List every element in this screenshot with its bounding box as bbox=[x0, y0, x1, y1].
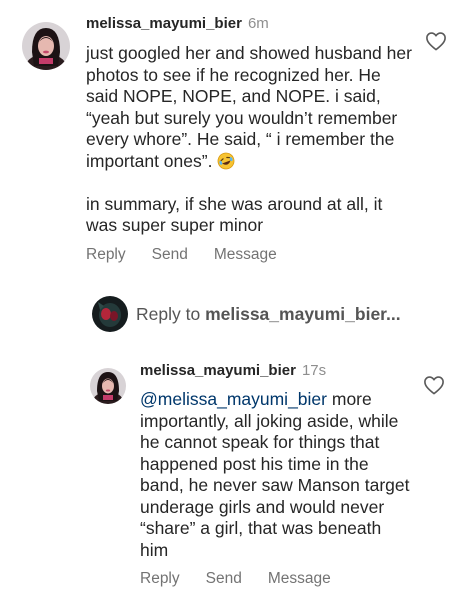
reply-body: @melissa_mayumi_bier more importantly, a… bbox=[140, 389, 410, 561]
mention-link[interactable]: @melissa_mayumi_bier bbox=[140, 389, 327, 409]
laughing-emoji-icon bbox=[217, 152, 235, 170]
current-user-avatar bbox=[92, 296, 128, 332]
like-heart-icon[interactable] bbox=[425, 31, 447, 51]
reply-to-bar[interactable]: Reply to melissa_mayumi_bier... bbox=[92, 296, 452, 332]
username-text[interactable]: melissa_mayumi_bier bbox=[140, 362, 296, 379]
message-button[interactable]: Message bbox=[268, 570, 331, 587]
reply-text: more importantly, all joking aside, whil… bbox=[140, 389, 410, 560]
reply-comment: melissa_mayumi_bier 17s @melissa_mayumi_b… bbox=[0, 350, 474, 606]
comment-paragraph: just googled her and showed husband her … bbox=[86, 43, 416, 172]
comment-paragraph-text: in summary, if she was around at all, it… bbox=[86, 193, 383, 236]
avatar[interactable] bbox=[22, 22, 70, 70]
comment-username[interactable]: melissa_mayumi_bier 6m bbox=[86, 15, 269, 32]
like-heart-icon[interactable] bbox=[423, 375, 445, 395]
reply-to-label: Reply to melissa_mayumi_bier... bbox=[136, 304, 401, 325]
comment-actions: Reply Send Message bbox=[86, 246, 303, 264]
reply-button[interactable]: Reply bbox=[140, 570, 180, 587]
comment-paragraph: in summary, if she was around at all, it… bbox=[86, 194, 416, 237]
avatar[interactable] bbox=[90, 368, 126, 404]
message-button[interactable]: Message bbox=[214, 246, 277, 263]
comment: melissa_mayumi_bier 6m just googled her a… bbox=[0, 0, 474, 280]
reply-username[interactable]: melissa_mayumi_bier 17s bbox=[140, 362, 326, 379]
comment-body: just googled her and showed husband her … bbox=[86, 43, 416, 237]
reply-to-target: melissa_mayumi_bier... bbox=[205, 304, 401, 324]
reply-time: 17s bbox=[301, 362, 327, 379]
reply-button[interactable]: Reply bbox=[86, 246, 126, 263]
comment-paragraph-text: just googled her and showed husband her … bbox=[86, 43, 412, 171]
reply-actions: Reply Send Message bbox=[140, 570, 357, 588]
reply-paragraph: @melissa_mayumi_bier more importantly, a… bbox=[140, 389, 410, 561]
comment-time: 6m bbox=[247, 15, 269, 32]
send-button[interactable]: Send bbox=[152, 246, 188, 263]
reply-to-prefix: Reply to bbox=[136, 304, 201, 324]
username-text[interactable]: melissa_mayumi_bier bbox=[86, 15, 242, 32]
send-button[interactable]: Send bbox=[206, 570, 242, 587]
